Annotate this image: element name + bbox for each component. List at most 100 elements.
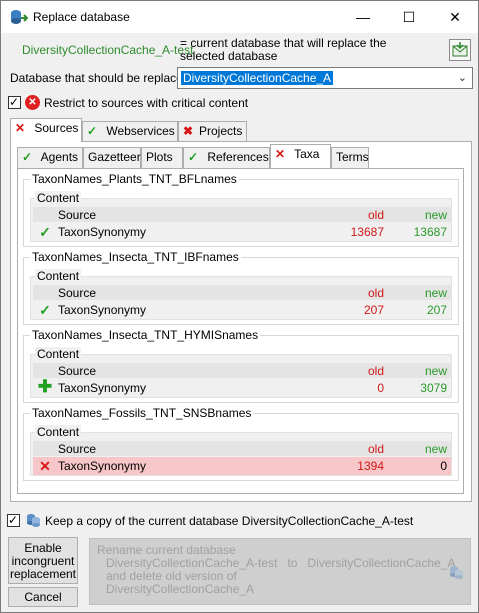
green-check-icon: ✓ (39, 302, 51, 318)
group-title: TaxonNames_Insecta_TNT_IBFnames (30, 250, 241, 264)
red-x-icon: ✕ (275, 147, 286, 161)
table-row[interactable]: ✓ TaxonSynonymy 207 207 (33, 301, 451, 319)
new-header: new (424, 442, 447, 456)
tab-label: Taxa (294, 147, 320, 161)
maximize-button[interactable]: ☐ (386, 1, 432, 33)
row-old-count: 1394 (357, 459, 384, 473)
column-header: Source old new (33, 207, 451, 222)
tab-terms[interactable]: Terms (331, 147, 369, 168)
group-title: TaxonNames_Fossils_TNT_SNSBnames (30, 406, 254, 420)
green-check-icon: ✓ (188, 150, 199, 164)
content-box: Content Source old new ✕ TaxonSynonymy 1… (30, 425, 452, 476)
enable-incongruent-replacement-button[interactable]: Enable incongruent replacement (8, 537, 78, 584)
projects-icon: ✖ (183, 124, 194, 138)
content-label: Content (35, 269, 82, 283)
green-plus-icon: ✚ (37, 377, 53, 396)
minimize-button[interactable]: — (340, 1, 386, 33)
tab-label: References (207, 150, 269, 164)
column-header: Source old new (33, 285, 451, 300)
tab-gazetteer[interactable]: Gazetteer (83, 147, 141, 168)
red-x-icon: ✕ (15, 121, 26, 135)
rename-database-button[interactable]: Rename current database DiversityCollect… (89, 538, 471, 605)
database-rename-icon (450, 566, 463, 579)
source-header: Source (58, 442, 97, 456)
row-old-count: 0 (377, 381, 384, 395)
tab-label: Webservices (106, 124, 175, 138)
old-header: old (367, 364, 384, 378)
row-old-count: 207 (363, 303, 384, 317)
checkmark-icon: ✓ (9, 95, 20, 109)
source-header: Source (58, 286, 97, 300)
source-header: Source (58, 364, 97, 378)
selected-database: DiversityCollectionCache_A (181, 71, 334, 85)
button-label-line: DiversityCollectionCache_A-test to Diver… (106, 556, 456, 570)
table-row[interactable]: ✕ TaxonSynonymy 1394 0 (33, 457, 451, 475)
restrict-checkbox[interactable]: ✓ (8, 95, 21, 109)
row-source-name: TaxonSynonymy (58, 459, 147, 473)
row-source-name: TaxonSynonymy (58, 303, 147, 317)
green-check-icon: ✓ (87, 124, 98, 138)
row-source-name: TaxonSynonymy (58, 381, 147, 395)
column-header: Source old new (33, 441, 451, 456)
tab-sources[interactable]: ✕ Sources (10, 118, 82, 142)
source-group: TaxonNames_Insecta_TNT_HYMISnames Conten… (23, 328, 459, 403)
restrict-label: Restrict to sources with critical conten… (44, 96, 249, 110)
group-title: TaxonNames_Plants_TNT_BFLnames (30, 172, 239, 186)
tab-agents[interactable]: ✓ Agents (17, 147, 83, 168)
old-header: old (367, 442, 384, 456)
green-check-icon: ✓ (39, 224, 51, 240)
database-to-replace-select[interactable]: DiversityCollectionCache_A ⌄ (177, 67, 473, 89)
tab-taxa[interactable]: ✕ Taxa (270, 144, 331, 168)
row-old-count: 13687 (350, 225, 384, 239)
row-new-count: 0 (440, 459, 447, 473)
source-group: TaxonNames_Fossils_TNT_SNSBnames Content… (23, 406, 459, 481)
mail-button[interactable] (449, 39, 471, 61)
title-bar: Replace database — ☐ ✕ (1, 1, 478, 33)
checkmark-icon: ✓ (8, 513, 19, 527)
group-title: TaxonNames_Insecta_TNT_HYMISnames (30, 328, 261, 342)
cancel-button[interactable]: Cancel (8, 587, 78, 607)
old-header: old (367, 208, 384, 222)
close-button[interactable]: ✕ (432, 1, 478, 33)
table-row[interactable]: ✚ TaxonSynonymy 0 3079 (33, 377, 451, 397)
new-header: new (424, 286, 447, 300)
button-label-line: replacement (9, 567, 77, 581)
content-label: Content (35, 347, 82, 361)
replace-database-window: Replace database — ☐ ✕ DiversityCollecti… (0, 0, 479, 613)
tab-references[interactable]: ✓ References (183, 147, 270, 168)
keep-copy-checkbox[interactable]: ✓ (7, 513, 20, 527)
keep-copy-label: Keep a copy of the current database Dive… (45, 514, 414, 528)
tab-label: Agents (40, 150, 79, 164)
critical-icon: ✕ (25, 95, 40, 110)
row-new-count: 3079 (420, 381, 447, 395)
green-check-icon: ✓ (22, 150, 33, 164)
tab-webservices[interactable]: ✓ Webservices (82, 121, 178, 142)
content-label: Content (35, 425, 82, 439)
red-x-icon: ✕ (39, 458, 51, 474)
tab-label: Plots (146, 150, 173, 164)
tab-label: Terms (336, 150, 369, 164)
row-new-count: 13687 (413, 225, 447, 239)
source-header: Source (58, 208, 97, 222)
content-box: Content Source old new ✓ TaxonSynonymy 2… (30, 269, 452, 320)
database-app-icon (11, 10, 28, 24)
current-database-description: = current database that will replace the… (180, 36, 387, 63)
row-new-count: 207 (426, 303, 447, 317)
current-database-name: DiversityCollectionCache_A-test (22, 43, 194, 57)
window-title: Replace database (33, 10, 130, 24)
chevron-down-icon[interactable]: ⌄ (458, 71, 467, 84)
mail-icon (452, 42, 468, 57)
content-label: Content (35, 191, 82, 205)
tab-label: Projects (199, 124, 243, 138)
tab-label: Sources (34, 121, 79, 135)
new-header: new (424, 364, 447, 378)
tab-plots[interactable]: Plots (141, 147, 183, 168)
table-row[interactable]: ✓ TaxonSynonymy 13687 13687 (33, 223, 451, 241)
tab-projects[interactable]: ✖ Projects (178, 121, 247, 142)
replace-label: Database that should be replaced: (10, 71, 193, 85)
old-header: old (367, 286, 384, 300)
database-copy-icon (27, 514, 40, 527)
new-header: new (424, 208, 447, 222)
column-header: Source old new (33, 363, 451, 378)
content-box: Content Source old new ✓ TaxonSynonymy 1… (30, 191, 452, 242)
